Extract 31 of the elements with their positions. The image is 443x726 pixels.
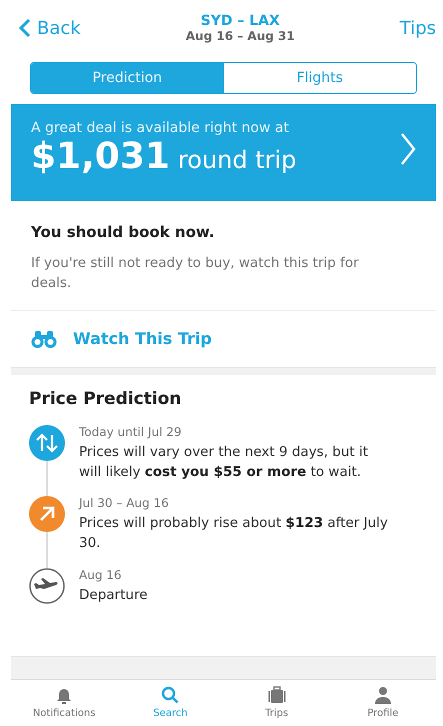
prediction-text: Prices will probably rise about $123 after July 30. <box>79 514 389 554</box>
chevron-right-icon <box>400 132 416 166</box>
prediction-text: Prices will vary over the next 9 days, but it will likely cost you $55 or more to wait. <box>79 442 370 482</box>
period-label: Today until Jul 29 <box>79 424 182 438</box>
tab-bar-item[interactable]: Search <box>117 682 224 726</box>
back-button[interactable]: Back <box>19 18 81 38</box>
suitcase-icon <box>268 686 286 704</box>
tab-bar-item[interactable]: Notifications <box>11 682 118 726</box>
watch-trip-button[interactable]: Watch This Trip <box>11 310 436 366</box>
section-title: Price Prediction <box>29 388 182 408</box>
chevron-left-icon <box>19 18 31 38</box>
price-suffix: round trip <box>178 146 296 174</box>
deal-intro: A great deal is available right now at <box>31 120 290 136</box>
period-label: Aug 16 <box>79 568 123 582</box>
deal-banner[interactable]: A great deal is available right now at $1,031 round trip <box>11 104 436 201</box>
tab-bar-item[interactable]: Trips <box>224 682 330 726</box>
binoculars-icon <box>31 328 57 348</box>
person-icon <box>374 686 392 704</box>
prediction-text: Departure <box>79 586 149 604</box>
period-label: Jul 30 – Aug 16 <box>79 496 170 510</box>
route-title: SYD – LAX <box>200 13 280 29</box>
search-icon <box>161 686 180 704</box>
tab-bar-item[interactable]: Profile <box>330 682 436 726</box>
segment-tab[interactable]: Prediction <box>31 63 224 93</box>
advice-text: If you're still not ready to buy, watch this trip for deals. <box>31 254 360 294</box>
bell-icon <box>56 686 72 704</box>
trip-dates: Aug 16 – Aug 31 <box>186 29 295 43</box>
airplane-icon <box>29 568 65 604</box>
tips-button[interactable]: Tips <box>400 18 436 38</box>
deal-price: $1,031 <box>31 136 170 177</box>
advice-title: You should book now. <box>31 223 216 241</box>
